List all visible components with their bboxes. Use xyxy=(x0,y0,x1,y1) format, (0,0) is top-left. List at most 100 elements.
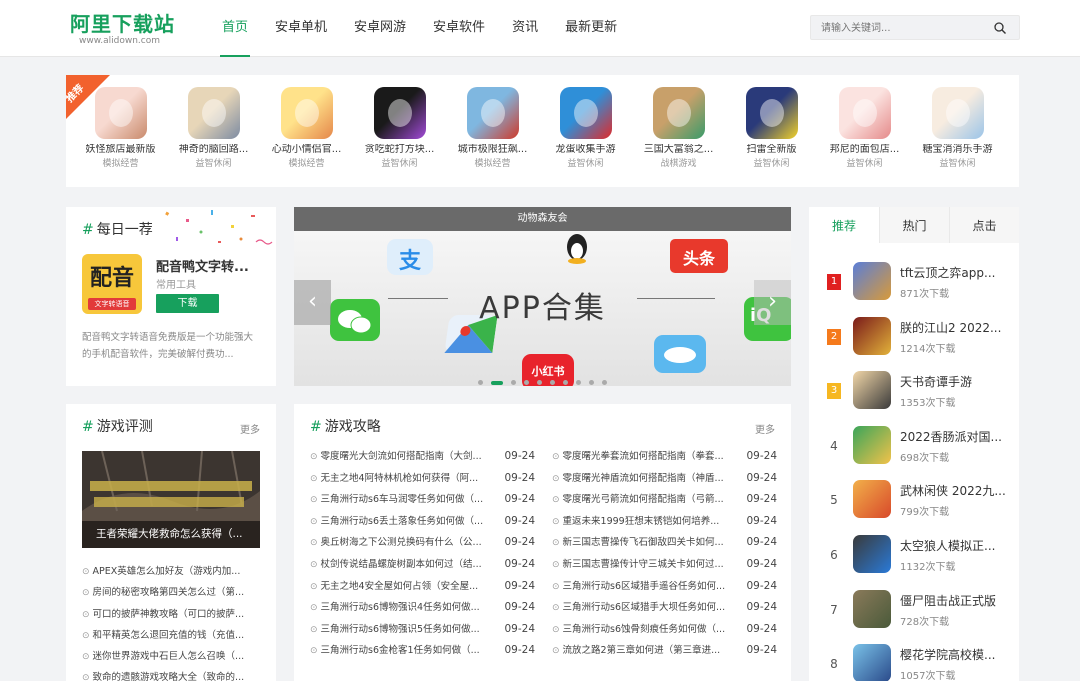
dinosaur-icon[interactable] xyxy=(559,87,612,139)
strategy-list-item[interactable]: 三角洲行动s6博物强识5任务如何做... 09-24 xyxy=(310,619,535,641)
strategy-item-title[interactable]: 三角洲行动s6丢土落象任务如何做（... xyxy=(310,511,490,534)
review-list-item[interactable]: 迷你世界游戏中石巨人怎么召唤（... xyxy=(82,646,262,667)
ranking-item-name[interactable]: 太空狼人模拟正... xyxy=(900,537,1010,554)
review-list-item[interactable]: 可口的披萨神教攻略（可口的披萨... xyxy=(82,604,262,625)
recommend-item-name[interactable]: 三国大富翁之... xyxy=(632,144,725,156)
bunny-girl-icon[interactable] xyxy=(838,87,891,139)
strategy-item-title[interactable]: 三角洲行动s6区域猎手大坝任务如何... xyxy=(552,597,732,620)
ranking-item[interactable]: 3 天书奇谭手游 1353次下载 xyxy=(809,366,1019,420)
strategy-list-item[interactable]: 三角洲行动s6车马润零任务如何做（... 09-24 xyxy=(310,489,535,511)
zombie-icon[interactable] xyxy=(853,589,891,628)
ranking-item-name[interactable]: 朕的江山2 2022... xyxy=(900,319,1010,336)
recommend-item-name[interactable]: 糖宝消消乐手游 xyxy=(911,144,1004,156)
strategy-item-title[interactable]: 杖剑传说结晶螺旋树副本如何过（结... xyxy=(310,554,490,577)
carousel-dot[interactable] xyxy=(563,380,568,385)
ranking-item-name[interactable]: 武林闲侠 2022九... xyxy=(900,482,1010,499)
strategy-item-title[interactable]: 三角洲行动s6车马润零任务如何做（... xyxy=(310,489,490,512)
ranking-item[interactable]: 7 僵尸阻击战正式版 728次下载 xyxy=(809,585,1019,639)
strategy-list-item[interactable]: 三角洲行动s6区域猎手遥谷任务如何... 09-24 xyxy=(552,576,777,598)
review-list-item[interactable]: 致命的遗骸游戏攻略大全（致命的... xyxy=(82,667,262,681)
wulin-icon[interactable] xyxy=(853,480,891,519)
strategy-more-link[interactable]: 更多 xyxy=(755,421,775,436)
recommend-item-name[interactable]: 城市极限狂飙... xyxy=(446,144,539,156)
tractor-icon[interactable] xyxy=(466,87,519,139)
ranking-item[interactable]: 1 tft云顶之弈app... 871次下载 xyxy=(809,257,1019,311)
carousel-dot[interactable] xyxy=(491,380,503,385)
strategy-item-title[interactable]: 重返未来1999狂想末锈铠如何培养... xyxy=(552,511,732,534)
carousel-dot[interactable] xyxy=(550,380,555,385)
strategy-list-item[interactable]: 三角洲行动s6金枪客1任务如何做（... 09-24 xyxy=(310,640,535,662)
nav-news[interactable]: 资讯 xyxy=(512,0,538,57)
recommend-item[interactable]: 糖宝消消乐手游 益智休闲 xyxy=(911,87,1004,170)
couple-icon[interactable] xyxy=(280,87,333,139)
recommend-item-name[interactable]: 心动小情侣官... xyxy=(260,144,353,156)
strategy-list-item[interactable]: 杖剑传说结晶螺旋树副本如何过（结... 09-24 xyxy=(310,554,535,576)
nav-android-software[interactable]: 安卓软件 xyxy=(433,0,485,57)
strategy-item-title[interactable]: 无主之地4阿特林机枪如何获得（阿... xyxy=(310,468,490,491)
strategy-item-title[interactable]: 三角洲行动s6区域猎手遥谷任务如何... xyxy=(552,576,732,599)
minesweeper-icon[interactable] xyxy=(745,87,798,139)
recommend-item[interactable]: 三国大富翁之... 战棋游戏 xyxy=(632,87,725,170)
recommend-item[interactable]: 神奇的脑回路... 益智休闲 xyxy=(167,87,260,170)
strategy-list-item[interactable]: 无主之地4阿特林机枪如何获得（阿... 09-24 xyxy=(310,468,535,490)
strategy-item-title[interactable]: 三角洲行动s6金枪客1任务如何做（... xyxy=(310,640,490,663)
recommend-item[interactable]: 妖怪旅店最新版 模拟经营 xyxy=(74,87,167,170)
tab-recommend[interactable]: 推荐 xyxy=(809,207,879,243)
strategy-list-item[interactable]: 三角洲行动s6区域猎手大坝任务如何... 09-24 xyxy=(552,597,777,619)
review-feature-image[interactable]: 王者荣耀大佬救命怎么获得（... xyxy=(82,451,260,548)
strategy-list-item[interactable]: 无主之地4安全屋如何占领（安全屋... 09-24 xyxy=(310,576,535,598)
strategy-list-item[interactable]: 奥丘树海之下公测兑换码有什么（公... 09-24 xyxy=(310,532,535,554)
strategy-item-title[interactable]: 零度曙光拳套流如何搭配指南（拳套... xyxy=(552,446,732,469)
strategy-item-title[interactable]: 新三国志曹操传计守三城关卡如何过... xyxy=(552,554,732,577)
strategy-item-title[interactable]: 无主之地4安全屋如何占领（安全屋... xyxy=(310,576,490,599)
strategy-list-item[interactable]: 三角洲行动s6博物强识4任务如何做... 09-24 xyxy=(310,597,535,619)
review-list-item[interactable]: 和平精英怎么退回充值的钱（充值... xyxy=(82,625,262,646)
strategy-list-item[interactable]: 流放之路2第三章如何进（第三章进... 09-24 xyxy=(552,640,777,662)
snake-block-icon[interactable] xyxy=(373,87,426,139)
cartoon-room-icon[interactable] xyxy=(187,87,240,139)
strategy-item-title[interactable]: 零度曙光神盾流如何搭配指南（神盾... xyxy=(552,468,732,491)
carousel-dot[interactable] xyxy=(602,380,607,385)
review-more-link[interactable]: 更多 xyxy=(240,421,260,436)
nav-android-single[interactable]: 安卓单机 xyxy=(275,0,327,57)
strategy-list-item[interactable]: 重返未来1999狂想末锈铠如何培养... 09-24 xyxy=(552,511,777,533)
strategy-list-item[interactable]: 三角洲行动s6蚀骨刻痕任务如何做（... 09-24 xyxy=(552,619,777,641)
strategy-item-title[interactable]: 奥丘树海之下公测兑换码有什么（公... xyxy=(310,532,490,555)
nav-home[interactable]: 首页 xyxy=(219,0,251,57)
sausage-icon[interactable] xyxy=(853,425,891,464)
strategy-list-item[interactable]: 零度曙光大剑流如何搭配指南（大剑... 09-24 xyxy=(310,446,535,468)
ranking-item-name[interactable]: 2022香肠派对国... xyxy=(900,428,1010,445)
strategy-item-title[interactable]: 三角洲行动s6博物强识5任务如何做... xyxy=(310,619,490,642)
nav-latest[interactable]: 最新更新 xyxy=(565,0,617,57)
strategy-list-item[interactable]: 三角洲行动s6丢土落象任务如何做（... 09-24 xyxy=(310,511,535,533)
recommend-item-name[interactable]: 邦尼的面包店... xyxy=(818,144,911,156)
recommend-item[interactable]: 贪吃蛇打方块... 益智休闲 xyxy=(353,87,446,170)
strategy-item-title[interactable]: 三角洲行动s6蚀骨刻痕任务如何做（... xyxy=(552,619,732,642)
ranking-item-name[interactable]: tft云顶之弈app... xyxy=(900,264,1010,281)
strategy-list-item[interactable]: 零度曙光弓箭流如何搭配指南（弓箭... 09-24 xyxy=(552,489,777,511)
nav-android-online[interactable]: 安卓网游 xyxy=(354,0,406,57)
download-button[interactable]: 下载 xyxy=(156,294,219,313)
ranking-item[interactable]: 5 武林闲侠 2022九... 799次下载 xyxy=(809,475,1019,529)
banner-carousel[interactable]: 动物森友会 支 头条 iQ 小红书 APP合集 ‹ › xyxy=(294,207,791,386)
recommend-item[interactable]: 邦尼的面包店... 益智休闲 xyxy=(818,87,911,170)
ranking-item-name[interactable]: 僵尸阻击战正式版 xyxy=(900,592,1010,609)
strategy-item-title[interactable]: 新三国志曹操传飞石御敌四关卡如何... xyxy=(552,532,732,555)
strategy-item-title[interactable]: 三角洲行动s6博物强识4任务如何做... xyxy=(310,597,490,620)
recommend-item[interactable]: 城市极限狂飙... 模拟经营 xyxy=(446,87,539,170)
emperor-icon[interactable] xyxy=(853,316,891,355)
space-wolf-icon[interactable] xyxy=(853,535,891,573)
banner-prev-button[interactable]: ‹ xyxy=(294,280,331,325)
ranking-item[interactable]: 6 太空狼人模拟正... 1132次下载 xyxy=(809,530,1019,584)
strategy-item-title[interactable]: 零度曙光弓箭流如何搭配指南（弓箭... xyxy=(552,489,732,512)
banner-slide[interactable]: 支 头条 iQ 小红书 APP合集 ‹ › xyxy=(294,231,791,386)
tft-icon[interactable] xyxy=(853,262,891,300)
tianshu-icon[interactable] xyxy=(853,371,891,410)
ranking-item[interactable]: 8 樱花学院高校模... 1057次下载 xyxy=(809,639,1019,681)
carousel-dot[interactable] xyxy=(524,380,529,385)
ranking-item[interactable]: 2 朕的江山2 2022... 1214次下载 xyxy=(809,312,1019,366)
recommend-item-name[interactable]: 神奇的脑回路... xyxy=(167,144,260,156)
search-icon[interactable] xyxy=(994,22,1006,34)
recommend-item-name[interactable]: 贪吃蛇打方块... xyxy=(353,144,446,156)
tab-hot[interactable]: 热门 xyxy=(879,207,949,243)
